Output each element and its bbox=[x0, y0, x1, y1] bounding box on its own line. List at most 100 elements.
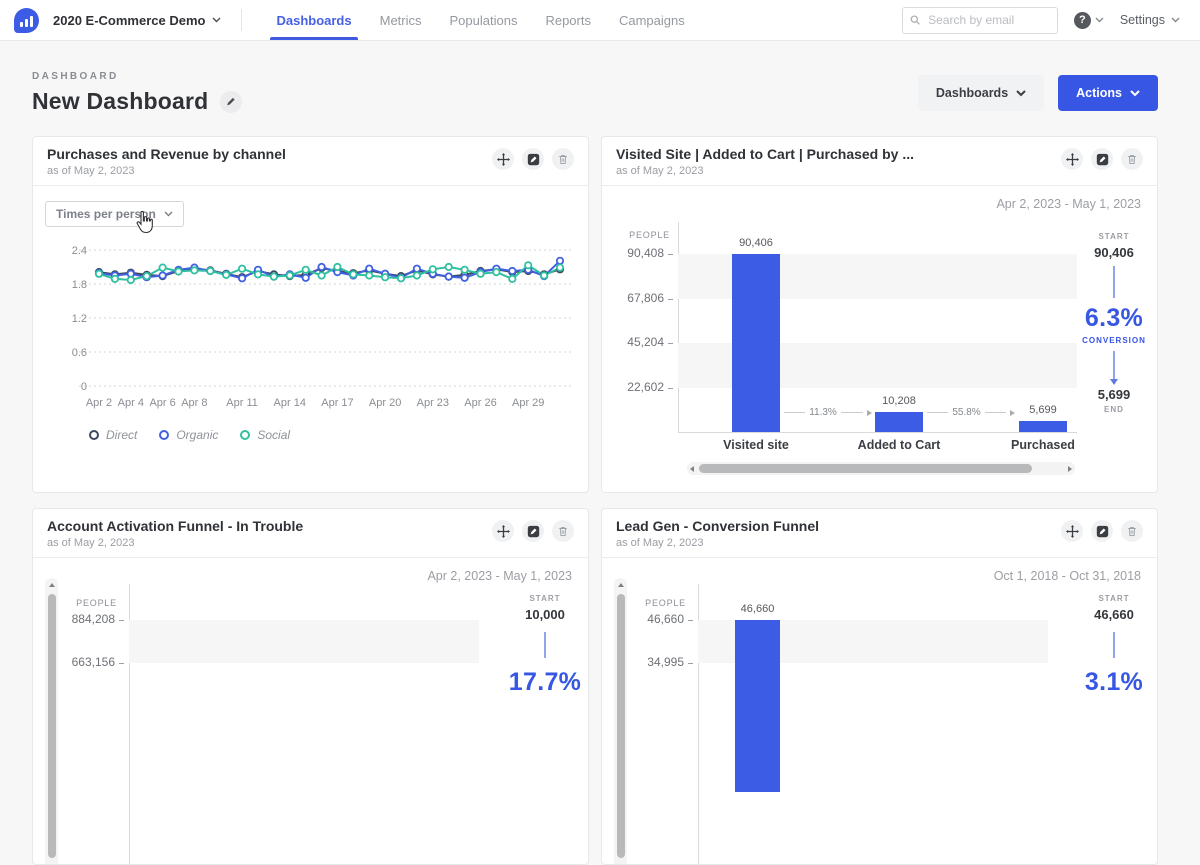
help-menu[interactable]: ? bbox=[1073, 11, 1104, 29]
start-label: START bbox=[529, 594, 561, 603]
help-icon: ? bbox=[1073, 11, 1091, 29]
funnel-baseline bbox=[678, 432, 1077, 433]
svg-text:Apr 23: Apr 23 bbox=[417, 397, 449, 409]
axis-tick-label: 67,806 bbox=[627, 290, 664, 305]
delete-widget-button[interactable] bbox=[1121, 148, 1143, 170]
axis-tick-mark bbox=[688, 663, 693, 664]
edit-icon bbox=[1096, 153, 1108, 165]
trash-icon bbox=[1128, 526, 1136, 536]
scroll-right-button[interactable] bbox=[1068, 465, 1072, 472]
card-subtitle: as of May 2, 2023 bbox=[616, 165, 704, 177]
primary-nav: Dashboards Metrics Populations Reports C… bbox=[262, 0, 698, 40]
arrow-right-icon bbox=[866, 409, 872, 416]
app-logo-icon[interactable] bbox=[14, 7, 39, 33]
metric-dropdown[interactable]: Times per person bbox=[45, 201, 184, 227]
step-conversion-connector: 11.3% bbox=[783, 407, 872, 418]
svg-text:Apr 4: Apr 4 bbox=[118, 397, 144, 409]
top-nav: 2020 E-Commerce Demo Dashboards Metrics … bbox=[0, 0, 1200, 41]
card-visited-funnel: Visited Site | Added to Cart | Purchased… bbox=[601, 136, 1158, 493]
chart-legend: Direct Organic Social bbox=[89, 428, 290, 442]
scroll-thumb[interactable] bbox=[47, 594, 56, 858]
start-value: 46,660 bbox=[1094, 607, 1134, 622]
axis-tick-label: 90,408 bbox=[627, 246, 664, 260]
arrow-right-icon bbox=[1010, 409, 1016, 416]
svg-text:Apr 8: Apr 8 bbox=[181, 397, 207, 409]
legend-item-organic[interactable]: Organic bbox=[159, 428, 218, 442]
scroll-thumb[interactable] bbox=[699, 464, 1032, 473]
svg-text:2.4: 2.4 bbox=[72, 245, 87, 257]
summary-connector-line bbox=[1113, 632, 1115, 658]
axis-tick-mark bbox=[119, 663, 124, 664]
scroll-left-button[interactable] bbox=[690, 465, 694, 472]
move-widget-button[interactable] bbox=[1061, 520, 1083, 542]
svg-text:Apr 11: Apr 11 bbox=[226, 397, 258, 409]
delete-widget-button[interactable] bbox=[552, 148, 574, 170]
move-widget-button[interactable] bbox=[492, 520, 514, 542]
funnel-plot: 46,660 bbox=[698, 603, 1048, 864]
trash-icon bbox=[559, 154, 567, 164]
svg-text:0.6: 0.6 bbox=[72, 347, 87, 359]
axis-tick-label: 45,204 bbox=[627, 335, 664, 349]
edit-widget-button[interactable] bbox=[1091, 148, 1113, 170]
funnel-bar[interactable] bbox=[1019, 420, 1067, 432]
dashboard-grid: Purchases and Revenue by channel as of M… bbox=[0, 136, 1200, 865]
chevron-down-icon bbox=[212, 17, 221, 23]
card-title: Account Activation Funnel - In Trouble bbox=[47, 518, 304, 534]
svg-text:0: 0 bbox=[81, 381, 87, 393]
legend-item-direct[interactable]: Direct bbox=[89, 428, 137, 442]
scroll-up-button[interactable] bbox=[617, 583, 624, 587]
delete-widget-button[interactable] bbox=[552, 520, 574, 542]
move-icon bbox=[496, 524, 510, 538]
svg-text:1.2: 1.2 bbox=[72, 313, 87, 325]
nav-item-dashboards[interactable]: Dashboards bbox=[262, 0, 365, 40]
funnel-bar[interactable] bbox=[875, 411, 923, 432]
summary-connector-line bbox=[1113, 266, 1115, 298]
account-label: 2020 E-Commerce Demo bbox=[53, 12, 206, 28]
edit-widget-button[interactable] bbox=[522, 520, 544, 542]
page-header: DASHBOARD New Dashboard Dashboards Actio… bbox=[0, 41, 1200, 115]
conversion-rate: 3.1% bbox=[1084, 668, 1144, 696]
search-box bbox=[901, 6, 1058, 34]
nav-item-populations[interactable]: Populations bbox=[436, 0, 532, 40]
svg-text:Apr 6: Apr 6 bbox=[149, 397, 175, 409]
start-label: START bbox=[1098, 232, 1130, 241]
settings-menu[interactable]: Settings bbox=[1120, 13, 1180, 27]
legend-item-social[interactable]: Social bbox=[240, 428, 290, 442]
axis-tick-label: 884,208 bbox=[71, 612, 115, 626]
chevron-down-icon bbox=[164, 211, 173, 217]
settings-label: Settings bbox=[1119, 13, 1165, 27]
funnel-step-label: Visited site bbox=[723, 438, 789, 452]
edit-widget-button[interactable] bbox=[1091, 520, 1113, 542]
edit-title-button[interactable] bbox=[220, 90, 243, 113]
scroll-thumb[interactable] bbox=[616, 594, 625, 858]
axis-tick-mark bbox=[668, 343, 673, 344]
funnel-bar[interactable] bbox=[735, 620, 780, 792]
delete-widget-button[interactable] bbox=[1121, 520, 1143, 542]
actions-dropdown-button[interactable]: Actions bbox=[1058, 75, 1158, 111]
axis-tick-label: 22,602 bbox=[627, 379, 664, 394]
funnel-bar[interactable] bbox=[732, 254, 780, 432]
card-purchases-revenue: Purchases and Revenue by channel as of M… bbox=[32, 136, 589, 493]
dashboards-dropdown-button[interactable]: Dashboards bbox=[917, 75, 1045, 111]
date-range: Apr 2, 2023 - May 1, 2023 bbox=[996, 197, 1141, 211]
summary-arrow-down bbox=[1110, 351, 1118, 385]
svg-text:Apr 2: Apr 2 bbox=[86, 397, 112, 409]
move-widget-button[interactable] bbox=[492, 148, 514, 170]
chevron-down-icon bbox=[1095, 17, 1104, 23]
people-axis-label: PEOPLE bbox=[645, 598, 686, 608]
scroll-up-button[interactable] bbox=[48, 583, 55, 587]
nav-item-campaigns[interactable]: Campaigns bbox=[605, 0, 699, 40]
move-icon bbox=[1065, 524, 1079, 538]
account-switcher[interactable]: 2020 E-Commerce Demo bbox=[53, 13, 221, 28]
horizontal-scrollbar[interactable] bbox=[687, 462, 1075, 475]
page-eyebrow: DASHBOARD bbox=[32, 71, 119, 82]
card-account-activation-funnel: Account Activation Funnel - In Trouble a… bbox=[32, 508, 589, 865]
start-value: 90,406 bbox=[1094, 245, 1134, 260]
nav-item-metrics[interactable]: Metrics bbox=[366, 0, 436, 40]
nav-item-reports[interactable]: Reports bbox=[531, 0, 605, 40]
chart-band bbox=[129, 620, 479, 663]
edit-widget-button[interactable] bbox=[522, 148, 544, 170]
move-widget-button[interactable] bbox=[1061, 148, 1083, 170]
search-input[interactable] bbox=[926, 12, 1050, 28]
card-subtitle: as of May 2, 2023 bbox=[47, 165, 135, 177]
